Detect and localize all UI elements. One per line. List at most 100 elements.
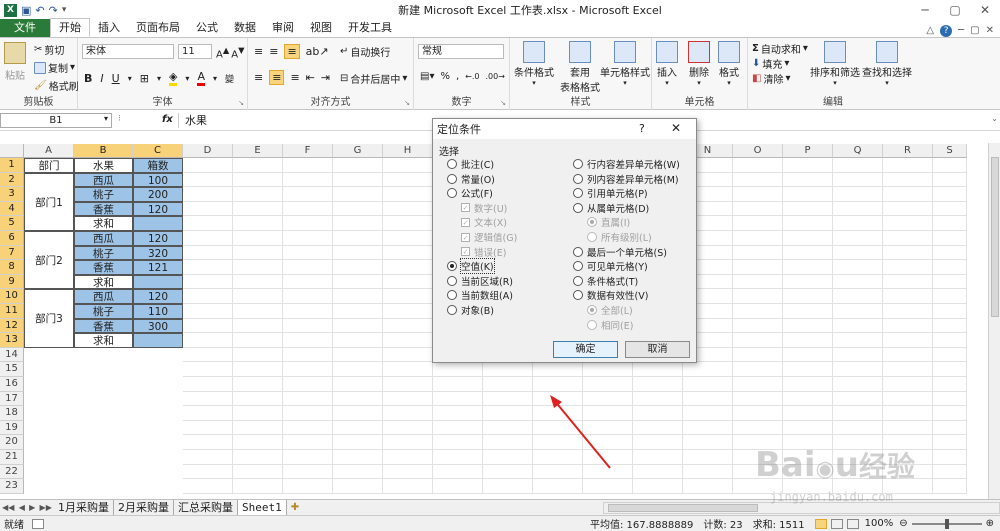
empty-cell[interactable] [783,318,833,334]
empty-cell[interactable] [683,362,733,377]
empty-cell[interactable] [633,450,683,465]
column-header-r[interactable]: R [883,144,933,158]
row-header-3[interactable]: 3 [0,187,24,202]
right-option-8[interactable]: 条件格式(T) [573,274,638,288]
tab-page-layout[interactable]: 页面布局 [128,19,188,37]
accounting-icon[interactable]: ▤▾ [420,71,434,82]
boxes-cell[interactable] [133,274,183,290]
empty-cell[interactable] [233,479,283,494]
empty-cell[interactable] [633,479,683,494]
boxes-cell[interactable]: 121 [133,260,183,275]
fruit-cell[interactable]: 桃子 [74,187,133,202]
empty-cell[interactable] [783,391,833,407]
header-cell-dept[interactable]: 部门 [24,158,74,173]
insert-sheet-icon[interactable]: ✚ [287,502,303,513]
fruit-cell[interactable]: 香蕉 [74,201,133,217]
workbook-close-icon[interactable]: ✕ [986,25,994,37]
empty-cell[interactable] [933,406,967,421]
right-option-9[interactable]: 数据有效性(V) [573,288,648,302]
empty-cell[interactable] [233,231,283,246]
empty-cell[interactable] [833,362,883,377]
macro-record-icon[interactable] [32,518,44,529]
insert-cells-button[interactable]: 插入 ▾ [656,41,678,87]
clear-button[interactable]: ◧ 清除 ▾ [752,71,790,86]
table-format-button[interactable]: 套用 表格格式 [560,41,600,94]
empty-cell[interactable] [783,260,833,275]
empty-cell[interactable] [183,362,233,377]
empty-cell[interactable] [733,260,783,275]
empty-cell[interactable] [933,289,967,304]
empty-cell[interactable] [683,377,733,392]
empty-cell[interactable] [383,377,433,392]
name-box-dropdown-icon[interactable]: ▾ [104,114,108,123]
row-header-10[interactable]: 10 [0,289,24,304]
empty-cell[interactable] [333,216,383,231]
empty-cell[interactable] [933,274,967,290]
empty-cell[interactable] [483,435,533,450]
empty-cell[interactable] [283,289,333,304]
empty-cell[interactable] [183,304,233,319]
right-option-6[interactable]: 最后一个单元格(S) [573,245,667,259]
fruit-cell[interactable]: 西瓜 [74,289,133,304]
row-header-2[interactable]: 2 [0,172,24,188]
empty-cell[interactable] [283,420,333,436]
font-name-select[interactable]: 宋体 [82,44,174,59]
empty-cell[interactable] [933,377,967,392]
row-header-14[interactable]: 14 [0,347,24,363]
empty-cell[interactable] [733,333,783,348]
workbook-restore-icon[interactable]: ▢ [970,25,979,37]
insert-function-icon[interactable]: fx [162,114,173,125]
empty-cell[interactable] [483,479,533,494]
empty-cell[interactable] [633,420,683,436]
empty-cell[interactable] [283,333,333,348]
empty-cell[interactable] [733,158,783,173]
empty-cell[interactable] [233,158,283,173]
empty-cell[interactable] [333,479,383,494]
empty-cell[interactable] [433,479,483,494]
tab-developer[interactable]: 开发工具 [340,19,400,37]
percent-icon[interactable]: % [440,71,450,82]
empty-cell[interactable] [233,347,283,363]
empty-cell[interactable] [933,347,967,363]
empty-cell[interactable] [733,391,783,407]
vertical-scroll-thumb[interactable] [991,157,999,317]
empty-cell[interactable] [283,158,333,173]
empty-cell[interactable] [233,406,283,421]
align-bottom-icon[interactable]: ≡ [284,44,300,59]
empty-cell[interactable] [683,450,733,465]
empty-cell[interactable] [183,172,233,188]
empty-cell[interactable] [183,187,233,202]
column-header-c[interactable]: C [133,144,183,158]
empty-cell[interactable] [783,216,833,231]
row-header-22[interactable]: 22 [0,464,24,480]
radio-icon[interactable] [573,246,583,257]
fill-color-dropdown-icon[interactable]: ▾ [185,74,189,83]
empty-cell[interactable] [183,347,233,363]
radio-icon[interactable] [573,261,583,272]
tab-insert[interactable]: 插入 [90,19,128,37]
boxes-cell[interactable]: 300 [133,318,183,334]
empty-cell[interactable] [383,216,433,231]
underline-icon[interactable]: U [112,72,120,85]
row-header-13[interactable]: 13 [0,333,24,348]
right-option-2[interactable]: 引用单元格(P) [573,186,648,200]
empty-cell[interactable] [383,245,433,261]
empty-cell[interactable] [333,187,383,202]
empty-cell[interactable] [283,231,333,246]
format-painter-button[interactable]: 🖌 格式刷 [34,78,79,93]
empty-cell[interactable] [233,435,283,450]
row-header-23[interactable]: 23 [0,479,24,494]
empty-cell[interactable] [733,362,783,377]
radio-icon[interactable] [573,290,583,301]
empty-cell[interactable] [933,391,967,407]
empty-cell[interactable] [433,420,483,436]
empty-cell[interactable] [383,450,433,465]
copy-dropdown-icon[interactable]: ▾ [70,62,75,73]
empty-cell[interactable] [283,450,333,465]
empty-cell[interactable] [233,377,283,392]
font-dialog-launcher-icon[interactable]: ↘ [238,99,244,107]
column-header-b[interactable]: B [74,144,133,158]
ok-button[interactable]: 确定 [553,341,618,358]
empty-cell[interactable] [283,347,333,363]
empty-cell[interactable] [833,347,883,363]
